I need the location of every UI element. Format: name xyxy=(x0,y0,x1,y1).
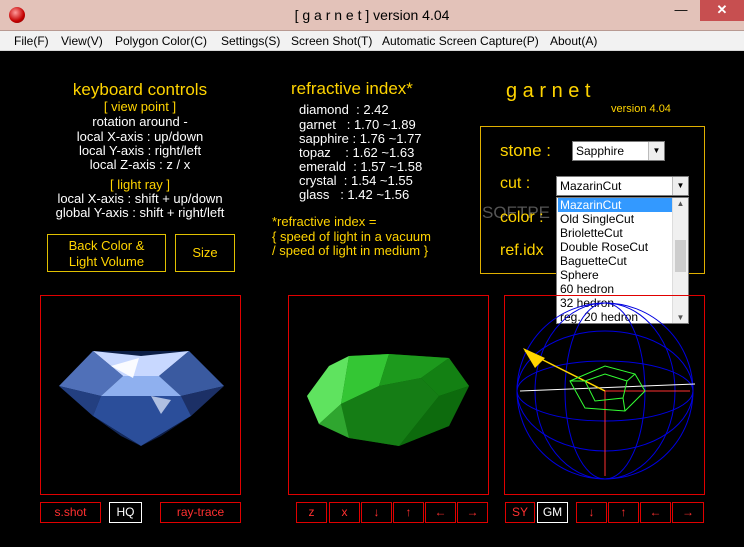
minimize-button[interactable]: — xyxy=(668,0,694,21)
scroll-up-icon[interactable]: ▲ xyxy=(673,199,688,208)
back-color-label: Back Color & xyxy=(68,238,145,253)
cut-label: cut : xyxy=(500,175,531,192)
ri-value: : 1.54 ~1.55 xyxy=(343,173,413,188)
ri-value: : 2.42 xyxy=(356,102,389,117)
ri-value: : 1.42 ~1.56 xyxy=(340,187,410,202)
ri-note-2: { speed of light in a vacuum xyxy=(272,229,431,244)
ri-diamond: diamond : 2.42 xyxy=(299,102,389,117)
menu-settings[interactable]: Settings(S) xyxy=(221,34,280,48)
chevron-down-icon: ▼ xyxy=(648,142,664,160)
ri-value: : 1.57 ~1.58 xyxy=(353,159,423,174)
ri-value: : 1.62 ~1.63 xyxy=(345,145,415,160)
menu-view[interactable]: View(V) xyxy=(61,34,103,48)
cut-option-baguette[interactable]: BaguetteCut xyxy=(558,254,672,268)
ri-name: crystal xyxy=(299,173,337,188)
light-up-button[interactable]: ↑ xyxy=(608,502,639,523)
brand-version: version 4.04 xyxy=(611,103,671,115)
sy-button[interactable]: SY xyxy=(505,502,535,523)
ri-name: glass xyxy=(299,187,330,202)
color-label: color : xyxy=(500,209,544,226)
cut-option-sphere[interactable]: Sphere xyxy=(558,268,672,282)
wireframe-render xyxy=(516,302,696,480)
rotate-left-button[interactable]: ← xyxy=(425,502,456,523)
cut-option-briolette[interactable]: BrioletteCut xyxy=(558,226,672,240)
light-volume-label: Light Volume xyxy=(68,254,145,269)
light-left-button[interactable]: ← xyxy=(640,502,671,523)
ri-sapphire: sapphire : 1.76 ~1.77 xyxy=(299,131,422,146)
view-point-label: [ view point ] xyxy=(103,99,177,114)
brand-name: g a r n e t xyxy=(506,80,591,102)
rotate-down-button[interactable]: ↓ xyxy=(361,502,392,523)
keyboard-heading: keyboard controls xyxy=(72,80,208,99)
y-axis-label: local Y-axis : right/left xyxy=(78,143,202,158)
raytrace-button[interactable]: ray-trace xyxy=(160,502,241,523)
cut-option-60-hedron[interactable]: 60 hedron xyxy=(558,282,672,296)
screenshot-button[interactable]: s.shot xyxy=(40,502,101,523)
back-color-button[interactable]: Back Color & Light Volume xyxy=(47,234,166,272)
ri-name: topaz xyxy=(299,145,331,160)
size-button[interactable]: Size xyxy=(175,234,235,272)
cut-value: MazarinCut xyxy=(560,179,622,193)
refidx-label: ref.idx xyxy=(500,242,544,259)
chevron-down-icon: ▼ xyxy=(672,177,688,195)
ri-crystal: crystal : 1.54 ~1.55 xyxy=(299,173,413,188)
ri-emerald: emerald : 1.57 ~1.58 xyxy=(299,159,422,174)
rotate-up-button[interactable]: ↑ xyxy=(393,502,424,523)
sapphire-render xyxy=(59,351,224,446)
ri-name: emerald xyxy=(299,159,346,174)
rotate-x-button[interactable]: x xyxy=(329,502,360,523)
light-x-label: local X-axis : shift + up/down xyxy=(57,191,223,206)
close-button[interactable]: ✕ xyxy=(700,0,744,21)
stone-value: Sapphire xyxy=(576,144,625,158)
ri-note-1: *refractive index = xyxy=(272,214,377,229)
emerald-render xyxy=(307,354,469,446)
title-bar: [ g a r n e t ] version 4.04 — ✕ xyxy=(0,0,744,31)
hq-button[interactable]: HQ xyxy=(109,502,142,523)
wireframe-view[interactable] xyxy=(504,295,705,495)
menu-about[interactable]: About(A) xyxy=(550,34,597,48)
ri-name: garnet xyxy=(299,117,336,132)
window-title: [ g a r n e t ] version 4.04 xyxy=(294,7,450,23)
ri-topaz: topaz : 1.62 ~1.63 xyxy=(299,145,414,160)
raytrace-view[interactable] xyxy=(40,295,241,495)
rotation-label: rotation around - xyxy=(92,114,188,129)
menu-auto-capture[interactable]: Automatic Screen Capture(P) xyxy=(382,34,539,48)
x-axis-label: local X-axis : up/down xyxy=(76,129,204,144)
menu-polygon-color[interactable]: Polygon Color(C) xyxy=(115,34,207,48)
menu-file[interactable]: File(F) xyxy=(14,34,49,48)
ri-value: : 1.76 ~1.77 xyxy=(352,131,422,146)
gm-button[interactable]: GM xyxy=(537,502,568,523)
ri-value: : 1.70 ~1.89 xyxy=(346,117,416,132)
ri-name: sapphire xyxy=(299,131,349,146)
cut-option-mazarin[interactable]: MazarinCut xyxy=(558,198,672,212)
z-axis-label: local Z-axis : z / x xyxy=(89,157,191,172)
cut-select[interactable]: MazarinCut ▼ xyxy=(556,176,689,196)
rotate-right-button[interactable]: → xyxy=(457,502,488,523)
polygon-view[interactable] xyxy=(288,295,489,495)
stone-select[interactable]: Sapphire ▼ xyxy=(572,141,665,161)
menu-screen-shot[interactable]: Screen Shot(T) xyxy=(291,34,372,48)
menu-bar: File(F) View(V) Polygon Color(C) Setting… xyxy=(0,31,744,51)
ri-garnet: garnet : 1.70 ~1.89 xyxy=(299,117,416,132)
stone-label: stone : xyxy=(500,141,552,160)
light-y-label: global Y-axis : shift + right/left xyxy=(55,205,225,220)
cut-option-double-rose[interactable]: Double RoseCut xyxy=(558,240,672,254)
rotate-z-button[interactable]: z xyxy=(296,502,327,523)
cut-option-old-single[interactable]: Old SingleCut xyxy=(558,212,672,226)
light-down-button[interactable]: ↓ xyxy=(576,502,607,523)
light-ray-label: [ light ray ] xyxy=(110,177,170,192)
refractive-heading: refractive index* xyxy=(291,79,413,98)
ri-name: diamond xyxy=(299,102,349,117)
scroll-thumb[interactable] xyxy=(675,240,686,272)
light-right-button[interactable]: → xyxy=(672,502,704,523)
ri-glass: glass : 1.42 ~1.56 xyxy=(299,187,409,202)
ri-note-3: / speed of light in medium } xyxy=(272,243,429,258)
